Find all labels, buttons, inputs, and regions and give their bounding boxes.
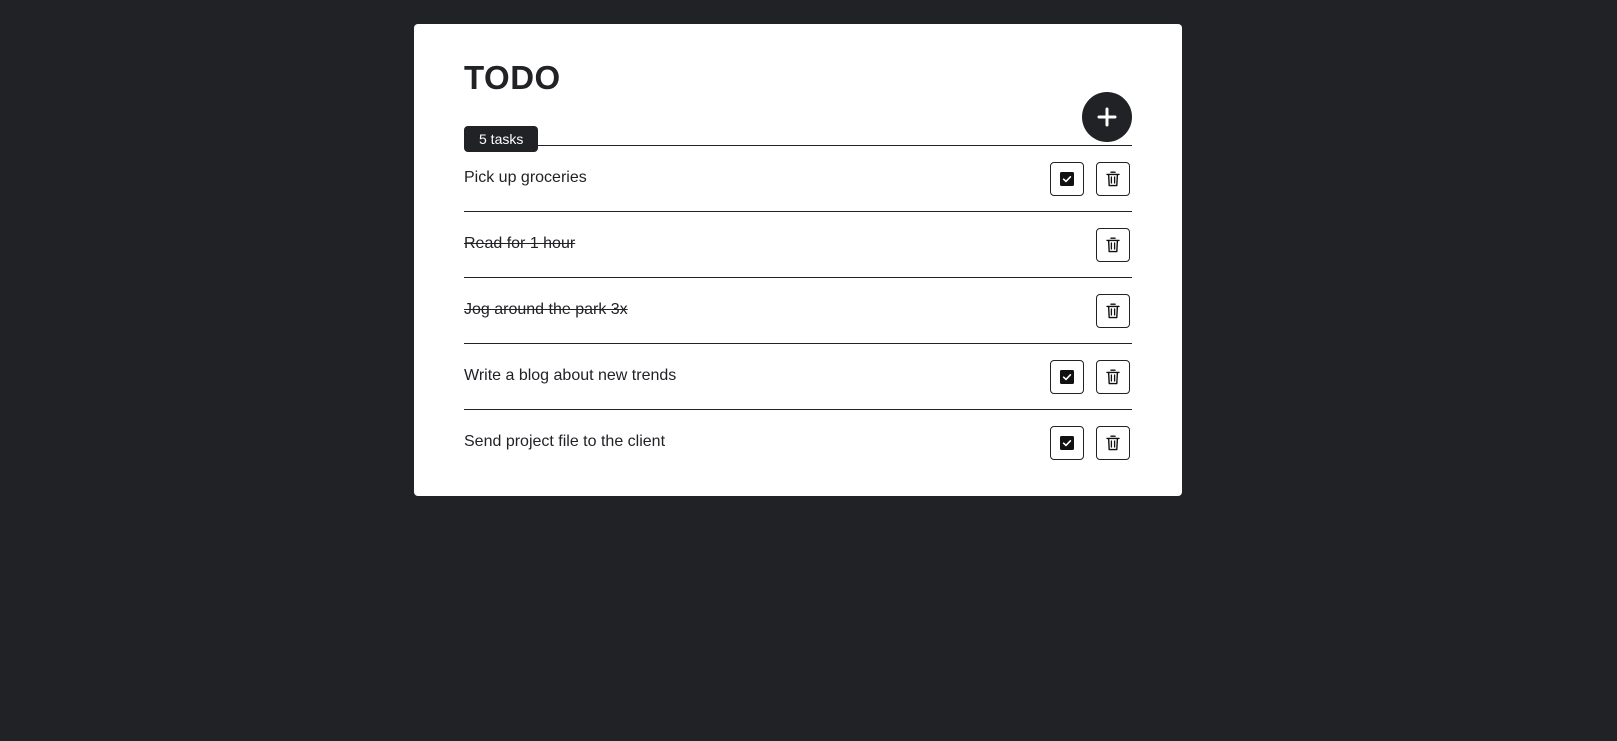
trash-icon bbox=[1106, 171, 1120, 187]
task-actions bbox=[1050, 426, 1130, 460]
delete-task-button[interactable] bbox=[1096, 162, 1130, 196]
task-actions bbox=[1096, 228, 1130, 262]
task-item: Jog around the park 3x bbox=[464, 277, 1132, 343]
task-actions bbox=[1096, 294, 1130, 328]
page-title: TODO bbox=[464, 59, 561, 96]
task-item: Pick up groceries bbox=[464, 145, 1132, 211]
complete-task-button[interactable] bbox=[1050, 360, 1084, 394]
delete-task-button[interactable] bbox=[1096, 228, 1130, 262]
delete-task-button[interactable] bbox=[1096, 426, 1130, 460]
task-item: Write a blog about new trends bbox=[464, 343, 1132, 409]
task-actions bbox=[1050, 360, 1130, 394]
task-text: Write a blog about new trends bbox=[464, 367, 677, 384]
task-text: Pick up groceries bbox=[464, 169, 587, 186]
task-text: Jog around the park 3x bbox=[464, 301, 628, 318]
todo-card: TODO 5 tasks Pick up groceries Read for … bbox=[414, 24, 1182, 496]
check-icon bbox=[1060, 172, 1074, 186]
task-item: Read for 1 hour bbox=[464, 211, 1132, 277]
trash-icon bbox=[1106, 435, 1120, 451]
todo-header: TODO 5 tasks bbox=[464, 52, 1132, 152]
task-actions bbox=[1050, 162, 1130, 196]
trash-icon bbox=[1106, 303, 1120, 319]
check-icon bbox=[1060, 370, 1074, 384]
trash-icon bbox=[1106, 237, 1120, 253]
task-text: Read for 1 hour bbox=[464, 235, 576, 252]
complete-task-button[interactable] bbox=[1050, 162, 1084, 196]
task-item: Send project file to the client bbox=[464, 409, 1132, 475]
check-icon bbox=[1060, 436, 1074, 450]
trash-icon bbox=[1106, 369, 1120, 385]
delete-task-button[interactable] bbox=[1096, 360, 1130, 394]
complete-task-button[interactable] bbox=[1050, 426, 1084, 460]
task-list: Pick up groceries Read for 1 hour Jog ar… bbox=[464, 145, 1132, 475]
add-task-button[interactable] bbox=[1082, 92, 1132, 142]
task-text: Send project file to the client bbox=[464, 433, 666, 450]
plus-icon bbox=[1097, 107, 1117, 127]
delete-task-button[interactable] bbox=[1096, 294, 1130, 328]
